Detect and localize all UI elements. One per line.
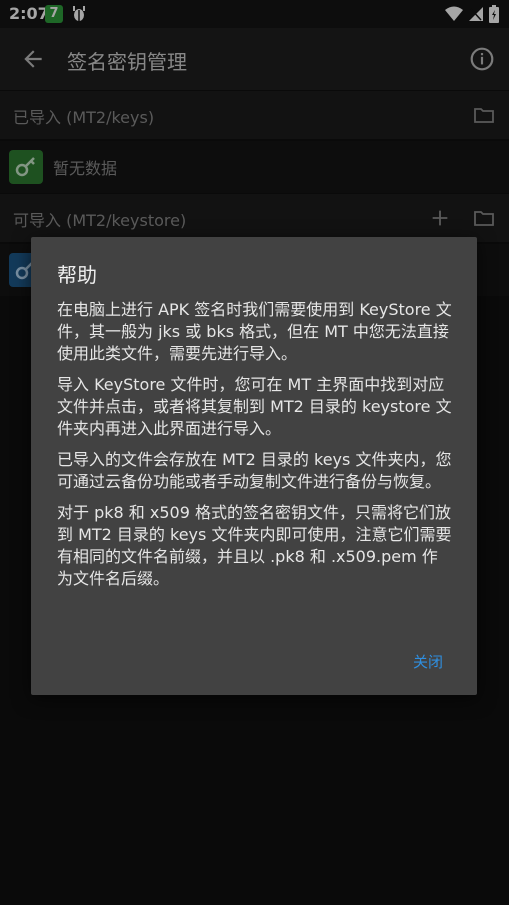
close-button[interactable]: 关闭 <box>413 651 443 672</box>
dialog-title: 帮助 <box>57 263 97 287</box>
help-dialog: 帮助 在电脑上进行 APK 签名时我们需要使用到 KeyStore 文件，其一般… <box>31 237 477 695</box>
dialog-paragraph: 已导入的文件会存放在 MT2 目录的 keys 文件夹内，您可通过云备份功能或者… <box>57 450 452 491</box>
dialog-body: 在电脑上进行 APK 签名时我们需要使用到 KeyStore 文件，其一般为 j… <box>57 299 453 599</box>
dialog-paragraph: 对于 pk8 和 x509 格式的签名密钥文件，只需将它们放到 MT2 目录的 … <box>57 503 452 588</box>
dialog-paragraph: 导入 KeyStore 文件时，您可在 MT 主界面中找到对应文件并点击，或者将… <box>57 375 452 438</box>
dialog-paragraph: 在电脑上进行 APK 签名时我们需要使用到 KeyStore 文件，其一般为 j… <box>57 300 452 363</box>
